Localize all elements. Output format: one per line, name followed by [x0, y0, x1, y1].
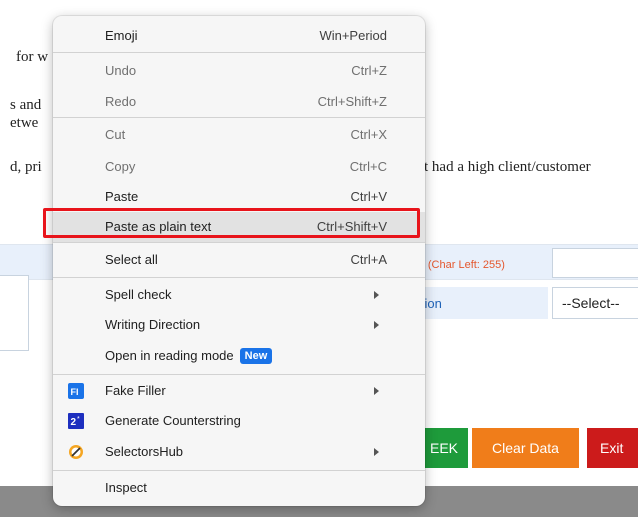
menu-separator	[53, 374, 425, 375]
menu-item-reading-mode[interactable]: Open in reading mode New	[53, 341, 425, 371]
field-label-1: l(Char Left: 255)	[419, 256, 505, 271]
menu-item-copy[interactable]: Copy Ctrl+C	[53, 152, 425, 182]
selectorshub-icon	[68, 444, 84, 460]
menu-item-emoji[interactable]: Emoji Win+Period	[53, 21, 425, 51]
seek-button[interactable]: EEK	[420, 428, 468, 468]
submenu-arrow-icon	[374, 387, 379, 395]
svg-text:FI: FI	[71, 387, 79, 397]
submenu-arrow-icon	[374, 448, 379, 456]
clear-data-button[interactable]: Clear Data	[472, 428, 579, 468]
page-text-line: t had a high client/customer	[424, 159, 591, 175]
menu-separator	[53, 242, 425, 243]
counterstring-icon: 2 *	[68, 413, 84, 429]
new-badge: New	[239, 348, 273, 364]
menu-item-undo[interactable]: Undo Ctrl+Z	[53, 56, 425, 86]
context-menu: Emoji Win+Period Undo Ctrl+Z Redo Ctrl+S…	[53, 16, 425, 506]
menu-item-redo[interactable]: Redo Ctrl+Shift+Z	[53, 87, 425, 117]
text-input-field[interactable]	[552, 248, 638, 278]
select-dropdown[interactable]: --Select--	[552, 287, 638, 319]
menu-item-generate-counterstring[interactable]: 2 * Generate Counterstring	[53, 406, 425, 436]
svg-text:2: 2	[71, 417, 77, 428]
exit-button[interactable]: Exit	[587, 428, 638, 468]
menu-item-fake-filler[interactable]: FI Fake Filler	[53, 376, 425, 406]
menu-item-paste[interactable]: Paste Ctrl+V	[53, 182, 425, 212]
menu-separator	[53, 117, 425, 118]
menu-item-selectorshub[interactable]: SelectorsHub	[53, 437, 425, 467]
menu-item-spell-check[interactable]: Spell check	[53, 280, 425, 310]
page-text-line: d, pri	[10, 159, 42, 175]
svg-text:*: *	[77, 416, 80, 423]
fake-filler-icon: FI	[68, 383, 84, 399]
menu-item-writing-direction[interactable]: Writing Direction	[53, 310, 425, 340]
submenu-arrow-icon	[374, 291, 379, 299]
page-text-line: s and	[10, 97, 42, 113]
menu-item-select-all[interactable]: Select all Ctrl+A	[53, 245, 425, 275]
left-input-box[interactable]	[0, 275, 29, 351]
menu-item-inspect[interactable]: Inspect	[53, 473, 425, 503]
page-text-line: for w	[16, 49, 49, 65]
menu-separator	[53, 277, 425, 278]
menu-separator	[53, 470, 425, 471]
menu-item-paste-plain-text[interactable]: Paste as plain text Ctrl+Shift+V	[53, 212, 425, 242]
page-text-line: etwe	[10, 115, 39, 131]
menu-separator	[53, 52, 425, 53]
submenu-arrow-icon	[374, 321, 379, 329]
menu-item-cut[interactable]: Cut Ctrl+X	[53, 120, 425, 150]
char-left-counter: (Char Left: 255)	[427, 259, 505, 271]
